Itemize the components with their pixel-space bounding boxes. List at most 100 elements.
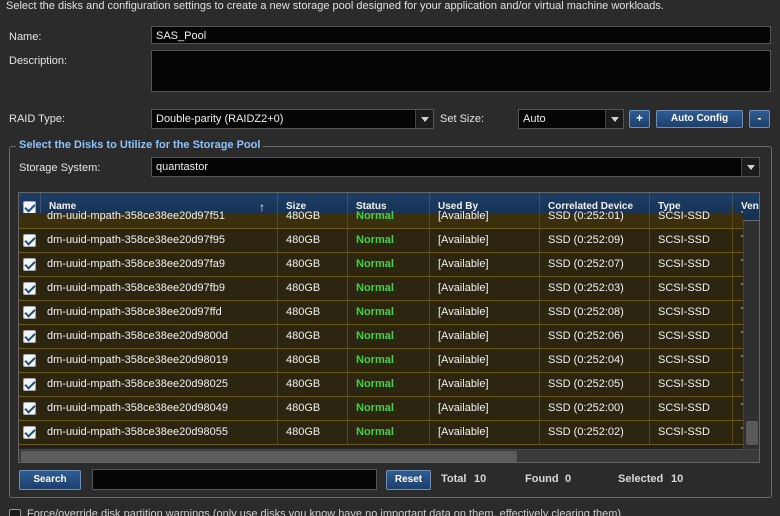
chevron-down-icon[interactable] (415, 110, 433, 128)
set-size-select[interactable]: Auto (518, 109, 624, 129)
disk-type: SCSI-SSD (650, 421, 733, 444)
disk-vendor: TOS (733, 373, 743, 396)
disk-selection-title: Select the Disks to Utilize for the Stor… (16, 139, 264, 151)
row-select-checkbox[interactable] (23, 426, 36, 439)
auto-config-button[interactable]: Auto Config (656, 110, 743, 128)
table-row[interactable]: dm-uuid-mpath-358ce38ee20d97f95 480GB Norm… (19, 229, 743, 253)
disk-name: dm-uuid-mpath-358ce38ee20d97fb9 (47, 277, 278, 300)
disk-type: SCSI-SSD (650, 349, 733, 372)
storage-system-select[interactable]: quantastor (151, 157, 760, 177)
description-label: Description: (9, 55, 68, 67)
vertical-scrollbar[interactable] (743, 221, 759, 449)
disk-size: 480GB (278, 373, 348, 396)
total-label: Total (441, 473, 467, 485)
row-select-checkbox[interactable] (23, 234, 36, 247)
storage-system-label: Storage System: (19, 162, 101, 174)
disk-vendor: TOS (733, 421, 743, 444)
disk-name: dm-uuid-mpath-358ce38ee20d97fa9 (47, 253, 278, 276)
search-input[interactable] (92, 469, 377, 490)
disk-status: Normal (348, 373, 430, 396)
row-select-checkbox[interactable] (23, 378, 36, 391)
disk-correlated-device: SSD (0:252:03) (540, 277, 650, 300)
chevron-down-icon[interactable] (605, 110, 623, 128)
vertical-scrollbar-thumb[interactable] (746, 421, 758, 445)
table-row[interactable]: dm-uuid-mpath-358ce38ee20d9800d 480GB Norm… (19, 325, 743, 349)
disk-correlated-device: SSD (0:252:01) (540, 205, 650, 228)
raid-type-value: Double-parity (RAIDZ2+0) (156, 113, 284, 125)
disk-used-by: [Available] (430, 325, 540, 348)
table-row[interactable]: dm-uuid-mpath-358ce38ee20d97fb9 480GB Norm… (19, 277, 743, 301)
disk-type: SCSI-SSD (650, 301, 733, 324)
disk-correlated-device: SSD (0:252:05) (540, 373, 650, 396)
disk-correlated-device: SSD (0:252:04) (540, 349, 650, 372)
disk-vendor: TOS (733, 205, 743, 228)
name-input[interactable]: SAS_Pool (151, 26, 771, 44)
disk-name: dm-uuid-mpath-358ce38ee20d98049 (47, 397, 278, 420)
disk-status: Normal (348, 229, 430, 252)
increase-set-size-button[interactable]: + (629, 110, 650, 128)
row-select-checkbox[interactable] (23, 402, 36, 415)
row-select-checkbox[interactable] (23, 354, 36, 367)
search-button[interactable]: Search (19, 470, 81, 490)
disk-size: 480GB (278, 229, 348, 252)
set-size-label: Set Size: (440, 113, 485, 125)
found-label: Found (525, 473, 559, 485)
table-row[interactable]: dm-uuid-mpath-358ce38ee20d98055 480GB Norm… (19, 421, 743, 445)
disk-size: 480GB (278, 349, 348, 372)
disk-size: 480GB (278, 205, 348, 228)
disk-status: Normal (348, 205, 430, 228)
disk-name: dm-uuid-mpath-358ce38ee20d98025 (47, 373, 278, 396)
name-label: Name: (9, 31, 42, 43)
disk-used-by: [Available] (430, 397, 540, 420)
disk-status: Normal (348, 397, 430, 420)
force-override-checkbox[interactable] (9, 509, 21, 516)
disk-name: dm-uuid-mpath-358ce38ee20d97ffd (47, 301, 278, 324)
decrease-set-size-button[interactable]: - (749, 110, 770, 128)
raid-type-select[interactable]: Double-parity (RAIDZ2+0) (151, 109, 434, 129)
disk-used-by: [Available] (430, 349, 540, 372)
disk-vendor: TOS (733, 229, 743, 252)
table-row[interactable]: dm-uuid-mpath-358ce38ee20d98049 480GB Norm… (19, 397, 743, 421)
row-select-checkbox[interactable] (23, 258, 36, 271)
disk-name: dm-uuid-mpath-358ce38ee20d98019 (47, 349, 278, 372)
found-value: 0 (565, 473, 572, 485)
disk-status: Normal (348, 349, 430, 372)
row-select-checkbox[interactable] (23, 306, 36, 319)
disk-vendor: TOS (733, 325, 743, 348)
disk-status: Normal (348, 421, 430, 444)
disk-size: 480GB (278, 325, 348, 348)
intro-text: Select the disks and configuration setti… (6, 0, 664, 12)
table-row[interactable]: dm-uuid-mpath-358ce38ee20d97fa9 480GB Norm… (19, 253, 743, 277)
disk-status: Normal (348, 253, 430, 276)
table-row[interactable]: dm-uuid-mpath-358ce38ee20d98019 480GB Norm… (19, 349, 743, 373)
table-row[interactable]: dm-uuid-mpath-358ce38ee20d97f51 480GB No… (19, 205, 743, 229)
disk-correlated-device: SSD (0:252:00) (540, 397, 650, 420)
disk-type: SCSI-SSD (650, 229, 733, 252)
disk-size: 480GB (278, 277, 348, 300)
disk-status: Normal (348, 277, 430, 300)
disk-correlated-device: SSD (0:252:09) (540, 229, 650, 252)
row-select-checkbox[interactable] (23, 330, 36, 343)
reset-button[interactable]: Reset (386, 470, 431, 490)
disk-vendor: TOS (733, 349, 743, 372)
disk-vendor: TOS (733, 397, 743, 420)
disk-status: Normal (348, 325, 430, 348)
horizontal-scrollbar-thumb[interactable] (21, 451, 517, 462)
description-input[interactable] (151, 50, 771, 92)
disk-type: SCSI-SSD (650, 253, 733, 276)
disk-vendor: TOS (733, 253, 743, 276)
table-row[interactable]: dm-uuid-mpath-358ce38ee20d98025 480GB Norm… (19, 373, 743, 397)
table-row[interactable]: dm-uuid-mpath-358ce38ee20d97ffd 480GB Norm… (19, 301, 743, 325)
disk-used-by: [Available] (430, 421, 540, 444)
chevron-down-icon[interactable] (741, 158, 759, 176)
selected-label: Selected (618, 473, 664, 485)
disk-used-by: [Available] (430, 373, 540, 396)
disk-name: dm-uuid-mpath-358ce38ee20d97f51 (47, 205, 278, 228)
row-select-checkbox[interactable] (23, 282, 36, 295)
disk-size: 480GB (278, 421, 348, 444)
disk-type: SCSI-SSD (650, 205, 733, 228)
disk-used-by: [Available] (430, 301, 540, 324)
storage-system-value: quantastor (156, 161, 208, 173)
disk-correlated-device: SSD (0:252:06) (540, 325, 650, 348)
disk-type: SCSI-SSD (650, 277, 733, 300)
